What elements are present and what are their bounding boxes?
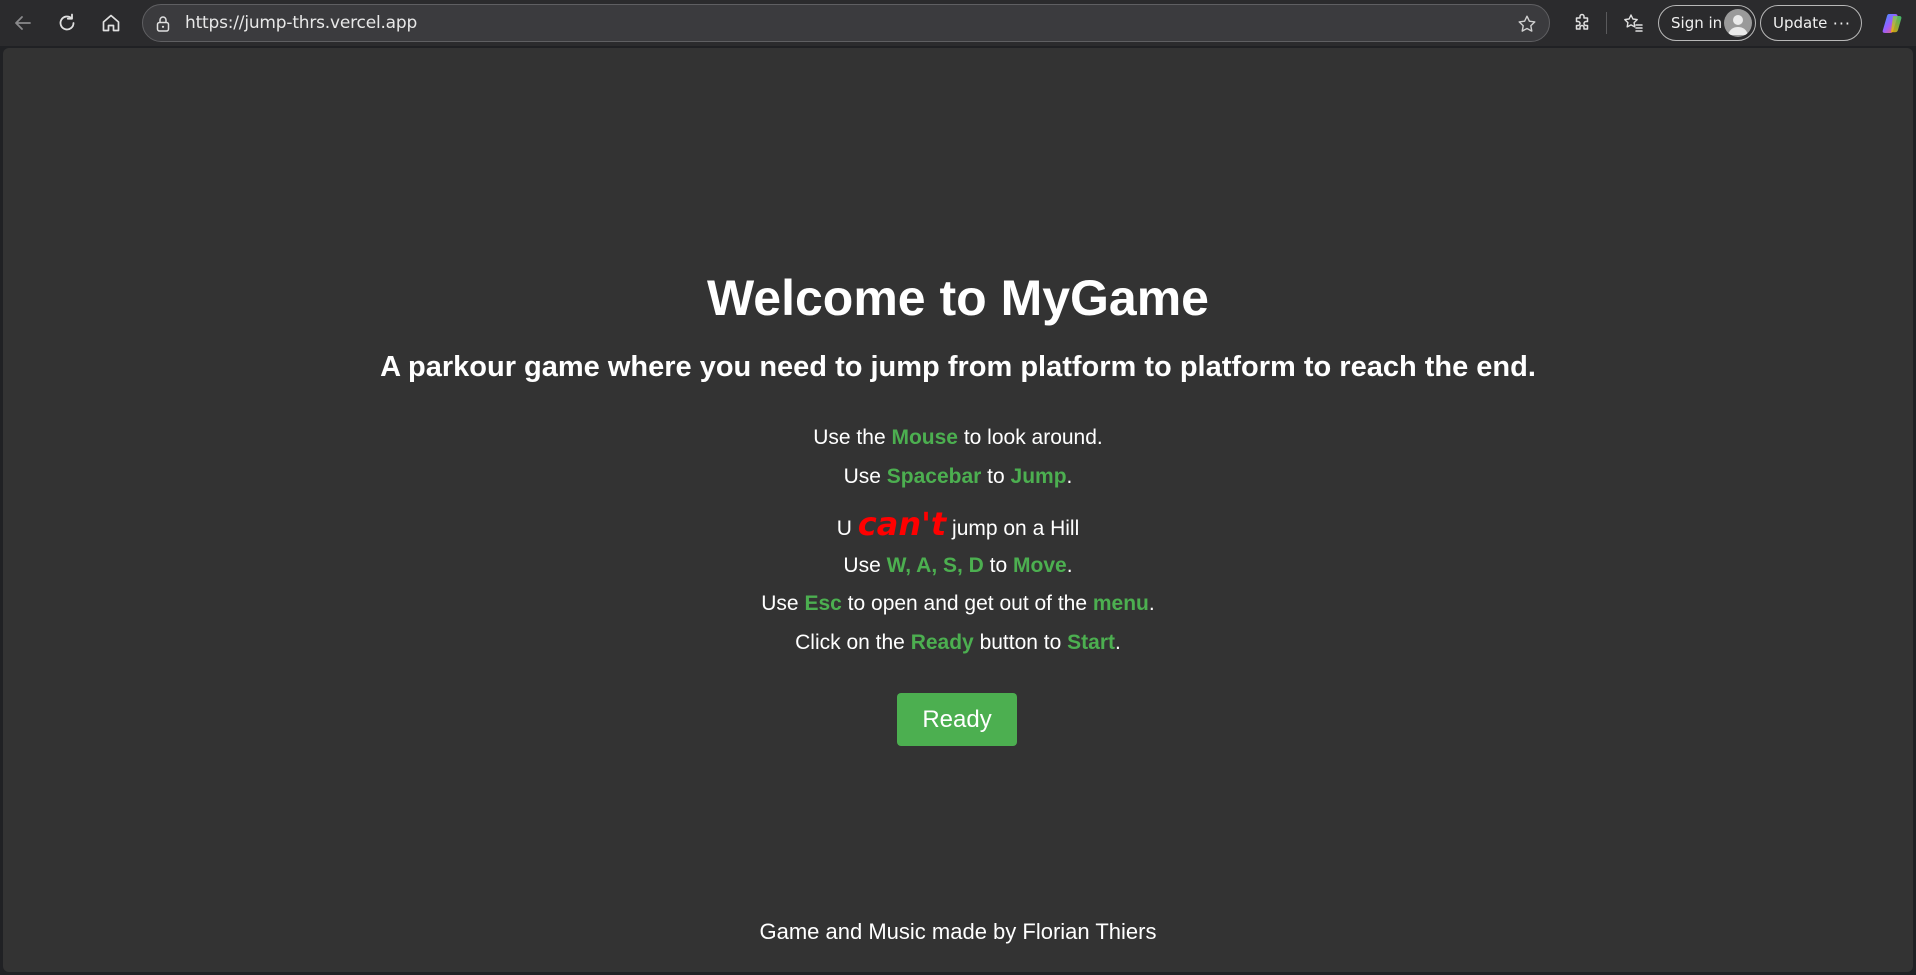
key-highlight: Ready (910, 631, 974, 654)
instruction-mouse: Use the Mouse to look around. (3, 425, 1913, 451)
instruction-text: Click on the (795, 631, 911, 654)
action-highlight: Jump (1010, 465, 1067, 488)
address-bar[interactable]: https://jump-thrs.vercel.app (142, 4, 1550, 42)
update-label: Update (1773, 14, 1828, 32)
copilot-button[interactable] (1876, 6, 1910, 40)
action-highlight: Move (1013, 554, 1067, 577)
instruction-move: Use W, A, S, D to Move. (3, 553, 1913, 579)
user-avatar-icon (1728, 15, 1748, 35)
instruction-text: . (1148, 592, 1155, 615)
reload-button[interactable] (50, 6, 84, 40)
action-highlight: Start (1067, 631, 1115, 654)
key-highlight: Esc (804, 592, 842, 615)
puzzle-icon (1575, 13, 1589, 30)
ready-button[interactable]: Ready (897, 693, 1017, 746)
action-highlight: menu (1092, 592, 1149, 615)
instruction-text: U (836, 517, 858, 540)
key-highlight: Spacebar (886, 465, 982, 488)
instruction-text: . (1115, 631, 1121, 654)
reload-icon (59, 13, 75, 31)
instruction-text: to (981, 465, 1011, 488)
browser-toolbar: https://jump-thrs.vercel.app Sign in Upd… (0, 0, 1916, 46)
instruction-text: button to (973, 631, 1068, 654)
credits-footer: Game and Music made by Florian Thiers (759, 919, 1157, 944)
back-button[interactable] (6, 6, 40, 40)
instruction-text: to (983, 554, 1014, 577)
home-button[interactable] (94, 6, 128, 40)
sign-in-button[interactable]: Sign in (1658, 5, 1756, 41)
instruction-hill: U can't jump on a Hill (3, 505, 1913, 548)
instruction-text: . (1066, 465, 1073, 488)
url-text[interactable]: https://jump-thrs.vercel.app (185, 5, 417, 41)
instruction-text: . (1066, 554, 1073, 577)
instruction-text: to open and get out of the (841, 592, 1093, 615)
instruction-text: Use the (813, 426, 892, 449)
favorite-star-icon[interactable] (1517, 14, 1537, 34)
home-icon (102, 14, 120, 32)
sign-in-label: Sign in (1671, 14, 1723, 32)
instruction-text: Use (843, 465, 887, 488)
avatar (1724, 9, 1752, 37)
update-button[interactable]: Update ··· (1760, 5, 1862, 41)
game-welcome-page: Welcome to MyGame A parkour game where y… (3, 48, 1913, 972)
favorites-list-icon (1624, 14, 1643, 32)
copilot-icon (1882, 14, 1902, 33)
more-options-icon[interactable]: ··· (1833, 14, 1851, 33)
instruction-text: Use (843, 554, 887, 577)
instruction-ready: Click on the Ready button to Start. (3, 630, 1913, 656)
key-highlight: W, A, S, D (886, 554, 984, 577)
instruction-esc: Use Esc to open and get out of the menu. (3, 591, 1913, 617)
page-subtitle: A parkour game where you need to jump fr… (380, 351, 1536, 383)
warning-emphasis: can't (857, 505, 947, 543)
toolbar-divider (1606, 12, 1607, 34)
page-title: Welcome to MyGame (706, 270, 1209, 326)
instruction-text: jump on a Hill (946, 517, 1080, 540)
instruction-spacebar: Use Spacebar to Jump. (3, 464, 1913, 490)
instruction-text: Use (761, 592, 805, 615)
favorites-button[interactable] (1616, 6, 1650, 40)
lock-icon[interactable] (155, 15, 171, 33)
arrow-left-icon (15, 16, 31, 30)
instruction-text: to look around. (957, 426, 1103, 449)
key-highlight: Mouse (891, 426, 958, 449)
extensions-button[interactable] (1566, 6, 1600, 40)
